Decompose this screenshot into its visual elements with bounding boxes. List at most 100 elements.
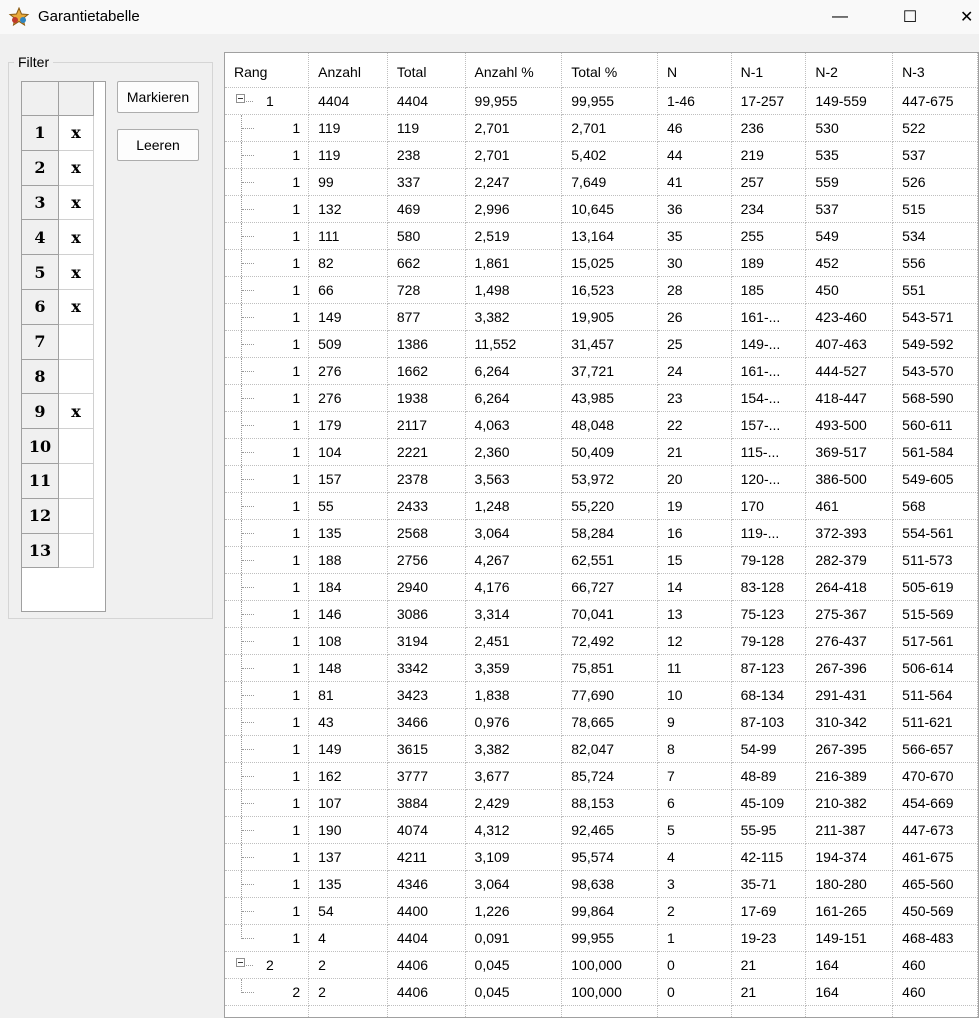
table-cell: 146 [308,600,388,628]
filter-row[interactable]: 1x [22,116,105,151]
table-row[interactable]: 1 179 2117 4,063 48,048 22 157-... 493-500 560-6… [225,411,978,439]
minimize-button[interactable]: — [820,0,860,34]
filter-row[interactable]: 7 [22,324,105,360]
table-row[interactable]: 1 81 3423 1,838 77,690 10 68-134 291-431 511-564 [225,681,978,709]
column-header[interactable]: Anzahl % [465,53,563,88]
filter-row-mark[interactable] [59,429,94,464]
table-row[interactable]: 1 509 1386 11,552 31,457 25 149-... 407-463 549-… [225,330,978,358]
table-row[interactable]: 1 162 3777 3,677 85,724 7 48-89 216-389 470-670 [225,762,978,790]
filter-row[interactable]: 9x [22,394,105,430]
table-row[interactable]: 1 137 4211 3,109 95,574 4 42-115 194-374 461-675 [225,843,978,871]
filter-row-number[interactable]: 7 [22,324,59,360]
filter-row-number[interactable]: 10 [22,429,59,464]
table-row[interactable]: 1 184 2940 4,176 66,727 14 83-128 264-418 505-61… [225,573,978,601]
close-button[interactable]: ✕ [960,0,979,34]
filter-row-number[interactable]: 2 [22,150,59,186]
filter-row[interactable]: 8 [22,359,105,395]
table-cell: 0 [657,978,732,1006]
group-row[interactable]: 2 2 4406 0,045 100,000 0 21 164 460 [225,951,978,979]
table-row[interactable]: 1 54 4400 1,226 99,864 2 17-69 161-265 450-569 [225,897,978,925]
table-row[interactable]: 1 190 4074 4,312 92,465 5 55-95 211-387 447-673 [225,816,978,844]
table-row[interactable]: 1 111 580 2,519 13,164 35 255 549 534 [225,222,978,250]
table-row[interactable]: 1 276 1662 6,264 37,721 24 161-... 444-527 543-5… [225,357,978,385]
table-row[interactable]: 1 108 3194 2,451 72,492 12 79-128 276-437 517-56… [225,627,978,655]
filter-row-mark[interactable] [59,463,94,499]
filter-row[interactable]: 3x [22,185,105,221]
table-row[interactable]: 1 43 3466 0,976 78,665 9 87-103 310-342 511-621 [225,708,978,736]
filter-row-number[interactable]: 12 [22,498,59,534]
table-row[interactable]: 1 55 2433 1,248 55,220 19 170 461 568 [225,492,978,520]
table-cell: 1,861 [465,249,563,277]
filter-row[interactable]: 5x [22,255,105,290]
filter-row-mark[interactable] [59,359,94,395]
filter-row-number[interactable]: 13 [22,533,59,569]
filter-row-mark[interactable]: x [59,185,94,221]
filter-row-number[interactable]: 3 [22,185,59,221]
table-row[interactable]: 1 119 238 2,701 5,402 44 219 535 537 [225,141,978,169]
table-row[interactable]: 1 99 337 2,247 7,649 41 257 559 526 [225,168,978,196]
filter-row-number[interactable]: 6 [22,289,59,325]
table-row[interactable]: 1 188 2756 4,267 62,551 15 79-128 282-379 511-57… [225,546,978,574]
filter-row-mark[interactable] [59,533,94,569]
mark-button[interactable]: Markieren [117,81,199,113]
table-row[interactable]: 1 149 3615 3,382 82,047 8 54-99 267-395 566-657 [225,735,978,763]
column-header[interactable]: Rang [225,53,310,88]
filter-row-mark[interactable]: x [59,255,94,290]
table-cell: 170 [731,492,807,520]
table-row[interactable]: 2 2 4406 0,045 100,000 0 21 164 460 [225,978,978,1006]
filter-row[interactable]: 2x [22,150,105,186]
filter-row[interactable]: 12 [22,498,105,534]
filter-row-number[interactable]: 11 [22,463,59,499]
filter-grid[interactable]: 1 x 2 x 3 x 4 x 5 x 6 x 7 8 9 x 10 11 12 13 [21,81,106,612]
filter-row-number[interactable]: 4 [22,220,59,256]
group-row[interactable]: 1 4404 4404 99,955 99,955 1-46 17-257 149-559 44… [225,87,978,115]
table-row[interactable]: 1 157 2378 3,563 53,972 20 120-... 386-500 549-6… [225,465,978,493]
filter-row-number[interactable]: 9 [22,394,59,430]
maximize-button[interactable]: ☐ [890,0,930,34]
column-header[interactable]: N-3 [892,53,978,88]
table-row[interactable]: 1 104 2221 2,360 50,409 21 115-... 369-517 561-5… [225,438,978,466]
column-header[interactable]: Total [387,53,466,88]
filter-row-mark[interactable] [59,324,94,360]
filter-row-mark[interactable]: x [59,394,94,430]
filter-row-number[interactable]: 8 [22,359,59,395]
table-row[interactable]: 1 4 4404 0,091 99,955 1 19-23 149-151 468-483 [225,924,978,952]
guarantee-table[interactable]: Rang Anzahl Total Anzahl % Total % N N-1 N-2 N-3… [224,52,979,1018]
table-cell: 185 [731,276,807,304]
table-cell: 3,109 [465,843,563,871]
filter-row-mark[interactable]: x [59,220,94,256]
table-row[interactable]: 1 107 3884 2,429 88,153 6 45-109 210-382 454-669 [225,789,978,817]
collapse-toggle-icon[interactable] [236,957,245,967]
table-row[interactable]: 1 135 2568 3,064 58,284 16 119-... 372-393 554-5… [225,519,978,547]
table-row[interactable]: 1 148 3342 3,359 75,851 11 87-123 267-396 506-61… [225,654,978,682]
rang-value: 1 [292,578,301,595]
table-row[interactable]: 1 66 728 1,498 16,523 28 185 450 551 [225,276,978,304]
filter-row[interactable]: 11 [22,463,105,499]
column-header[interactable]: N-2 [805,53,894,88]
filter-row[interactable]: 13 [22,533,105,569]
filter-row[interactable]: 4x [22,220,105,256]
table-row[interactable]: 1 146 3086 3,314 70,041 13 75-123 275-367 515-56… [225,600,978,628]
filter-row-mark[interactable] [59,498,94,534]
table-row[interactable]: 1 135 4346 3,064 98,638 3 35-71 180-280 465-560 [225,870,978,898]
filter-row-mark[interactable]: x [59,116,94,151]
table-row[interactable]: 1 276 1938 6,264 43,985 23 154-... 418-447 568-5… [225,384,978,412]
column-header[interactable]: Total % [561,53,658,88]
table-cell: 35-71 [731,870,807,898]
column-header[interactable]: N [657,53,732,88]
filter-row[interactable]: 6x [22,289,105,325]
collapse-toggle-icon[interactable] [236,93,245,103]
column-header[interactable]: Anzahl [308,53,388,88]
filter-row-mark[interactable]: x [59,289,94,325]
table-row[interactable]: 1 82 662 1,861 15,025 30 189 452 556 [225,249,978,277]
filter-row-mark[interactable]: x [59,150,94,186]
column-header[interactable]: N-1 [731,53,807,88]
table-cell: 75-123 [731,600,807,628]
table-row[interactable]: 1 149 877 3,382 19,905 26 161-... 423-460 543-57… [225,303,978,331]
filter-row[interactable]: 10 [22,429,105,464]
table-row[interactable]: 1 119 119 2,701 2,701 46 236 530 522 [225,114,978,142]
filter-row-number[interactable]: 5 [22,255,59,290]
table-row[interactable]: 1 132 469 2,996 10,645 36 234 537 515 [225,195,978,223]
filter-row-number[interactable]: 1 [22,116,59,151]
clear-button[interactable]: Leeren [117,129,199,161]
